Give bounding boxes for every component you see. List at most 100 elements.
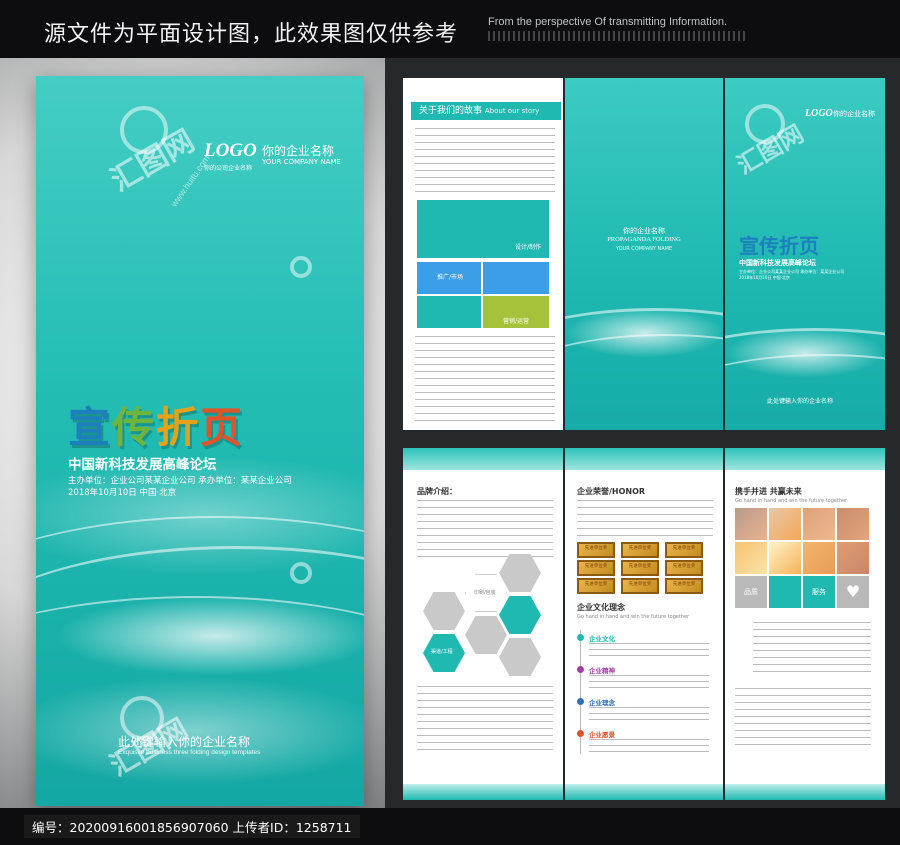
brand-title: 品牌介绍： [417, 487, 457, 496]
hex-printing: 印刷/包装 [465, 574, 507, 612]
brand-text [417, 500, 553, 562]
timeline-dot [577, 698, 584, 705]
step-number: 1 [740, 623, 744, 630]
banner-subtitle: From the perspective Of transmitting Inf… [488, 16, 728, 28]
future-text [735, 688, 871, 748]
block-label: 推广/市场 [437, 274, 464, 281]
panel-top-band [565, 448, 723, 470]
logo-subtext: 你的公司企业名称 [204, 165, 253, 172]
story-block-image [483, 262, 549, 294]
honor-certificate: 先进单位奖 [665, 560, 703, 576]
photo-tile [735, 508, 767, 540]
honor-text [577, 500, 713, 538]
title-char: 传 [112, 403, 157, 452]
company-name: 你的企业名称 [262, 144, 335, 158]
brand-text [417, 686, 553, 752]
cover-title: 宣传折页 [68, 394, 244, 455]
hex-tile [423, 592, 465, 630]
photo-tile [803, 508, 835, 540]
banner-title: 源文件为平面设计图，此效果图仅供参考 [44, 22, 459, 47]
back-panel-future: 携手并进 共赢未来 Go hand in hand and win the fu… [725, 448, 885, 800]
inside-panel-middle: 你的企业名称 PROPAGANDA FOLDING YOUR COMPANY N… [565, 78, 723, 430]
hex-channel: 渠道/工程 [423, 634, 465, 672]
hex-tile [465, 616, 507, 654]
front-logo: LOGO [805, 108, 833, 119]
banner-decoration [488, 31, 748, 41]
culture-title: 企业文化理念 [577, 603, 625, 612]
back-panel-brand: 品牌介绍： 印刷/包装 渠道/工程 [403, 448, 563, 800]
story-title: 关于我们的故事 [419, 106, 483, 116]
story-block-marketing: 营销/运营 [483, 296, 549, 328]
step-number: 3 [740, 667, 744, 674]
mid-company: 你的企业名称 [623, 227, 665, 235]
honor-certificate: 先进单位奖 [621, 578, 659, 594]
honor-certificate: 先进单位奖 [577, 560, 615, 576]
panel-top-band [725, 448, 885, 470]
honor-certificate: 先进单位奖 [577, 578, 615, 594]
photo-tile [837, 542, 869, 574]
honor-certificate: 先进单位奖 [621, 542, 659, 558]
panel-bottom-band [565, 784, 723, 800]
watermark-leaf-icon [290, 256, 312, 278]
story-text [415, 336, 555, 426]
front-title: 宣传折页 [739, 234, 819, 258]
hex-tile [499, 638, 541, 676]
culture-item-text [589, 739, 709, 755]
photo-tile [803, 542, 835, 574]
front-date: 2018年10月10日 中国·北京 [739, 275, 790, 280]
service-tile: 服务 [803, 576, 835, 608]
panel-bottom-band [725, 784, 885, 800]
cover-subtitle: 中国新科技发展高峰论坛 [68, 457, 217, 473]
culture-item-label: 企业精神 [589, 667, 615, 675]
honor-certificate: 先进单位奖 [665, 542, 703, 558]
cover-logo: LOGO 你的公司企业名称 你的企业名称 YOUR COMPANY NAME [204, 140, 341, 172]
future-title: 携手并进 共赢未来 [735, 487, 802, 496]
diamond-icon [769, 576, 801, 608]
block-label: 设计/制作 [514, 244, 541, 251]
cover-page: LOGO 你的公司企业名称 你的企业名称 YOUR COMPANY NAME 宣… [36, 76, 364, 806]
story-block-promotion: 推广/市场 [417, 262, 481, 294]
photo-tile [735, 542, 767, 574]
image-id-label: 编号：20200916001856907060 上传者ID：1258711 [24, 815, 360, 838]
culture-item-label: 企业愿景 [589, 731, 615, 739]
heart-icon: ♥ [837, 576, 869, 608]
honor-certificate: 先进单位奖 [577, 542, 615, 558]
title-char: 宣 [68, 403, 113, 452]
cover-organizers: 主办单位：企业公司某某企业公司 承办单位：某某企业公司 [68, 476, 292, 486]
honor-certificate: 先进单位奖 [665, 578, 703, 594]
story-block-design: 设计/制作 [417, 200, 549, 258]
step-number: 2 [740, 645, 744, 652]
honor-title: 企业荣誉/HONOR [577, 487, 646, 496]
hex-tile [499, 596, 541, 634]
hex-label: 渠道/工程 [431, 649, 453, 655]
glow-effect [36, 676, 364, 786]
photo-tile [837, 508, 869, 540]
honor-certificate: 先进单位奖 [621, 560, 659, 576]
front-subtitle: 中国新科技发展高峰论坛 [739, 259, 816, 267]
quality-tile: 品质 [735, 576, 767, 608]
glow-effect [565, 308, 723, 358]
story-title-en: About our story [484, 107, 540, 115]
future-subtitle: Go hand in hand and win the future toget… [735, 498, 848, 504]
step-text [753, 622, 871, 678]
timeline-dot [577, 634, 584, 641]
mid-company-en2: YOUR COMPANY NAME [615, 246, 673, 252]
culture-subtitle: Go hand in hand and win the future toget… [577, 614, 690, 620]
company-name-en: YOUR COMPANY NAME [262, 158, 341, 166]
inside-panel-front: LOGO 你的企业名称 宣传折页 中国新科技发展高峰论坛 主办单位：企业公司某某… [725, 78, 885, 430]
inside-panel-story: 关于我们的故事 About our story 设计/制作 推广/市场 营销/运… [403, 78, 563, 430]
panel-top-band [403, 448, 563, 470]
panel-bottom-band [403, 784, 563, 800]
front-footer: 此处键输入你的企业名称 [767, 398, 834, 405]
hex-label: 印刷/包装 [474, 590, 496, 596]
title-char: 折 [156, 403, 201, 452]
story-block-image [417, 296, 481, 328]
photo-tile [769, 508, 801, 540]
cover-date: 2018年10月10日 中国·北京 [68, 488, 177, 498]
timeline-dot [577, 730, 584, 737]
timeline-dot [577, 666, 584, 673]
story-header: 关于我们的故事 About our story [411, 102, 561, 120]
culture-item-text [589, 675, 709, 691]
block-label: 营销/运营 [503, 318, 530, 325]
watermark-leaf-icon [290, 562, 312, 584]
